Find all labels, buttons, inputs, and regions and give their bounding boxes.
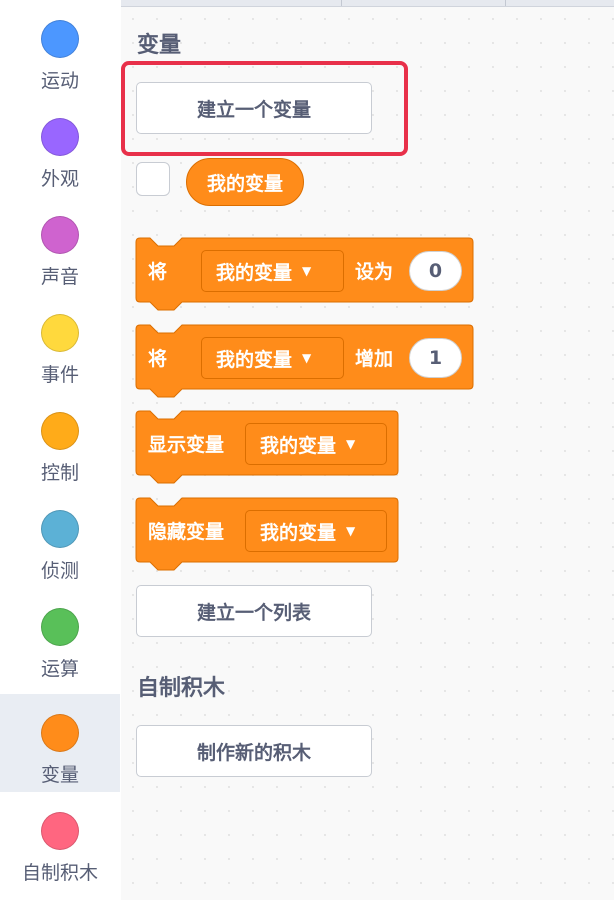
set-block-prefix: 将 [148,260,168,283]
hide-block-variable-dropdown[interactable]: 我的变量 ▼ [245,510,387,552]
show-block-label: 显示变量 [148,433,225,456]
my-blocks-section-title: 自制积木 [137,676,226,701]
dropdown-label: 我的变量 [260,434,337,457]
dropdown-arrow-icon: ▼ [346,524,356,538]
change-block-verb: 增加 [355,347,394,370]
change-block-variable-dropdown[interactable]: 我的变量 ▼ [201,337,344,379]
make-list-button[interactable]: 建立一个列表 [136,585,372,637]
change-value-input[interactable]: 1 [409,338,462,378]
dropdown-label: 我的变量 [216,348,293,371]
set-value-input[interactable]: 0 [409,251,462,291]
set-block-verb: 设为 [355,260,394,283]
hide-block-label: 隐藏变量 [148,520,225,543]
dropdown-arrow-icon: ▼ [302,351,312,365]
change-block-prefix: 将 [148,347,168,370]
set-block-variable-dropdown[interactable]: 我的变量 ▼ [201,250,344,292]
dropdown-arrow-icon: ▼ [302,264,312,278]
show-block-variable-dropdown[interactable]: 我的变量 ▼ [245,423,387,465]
dropdown-label: 我的变量 [260,521,337,544]
dropdown-label: 我的变量 [216,261,293,284]
make-block-button[interactable]: 制作新的积木 [136,725,372,777]
dropdown-arrow-icon: ▼ [346,437,356,451]
